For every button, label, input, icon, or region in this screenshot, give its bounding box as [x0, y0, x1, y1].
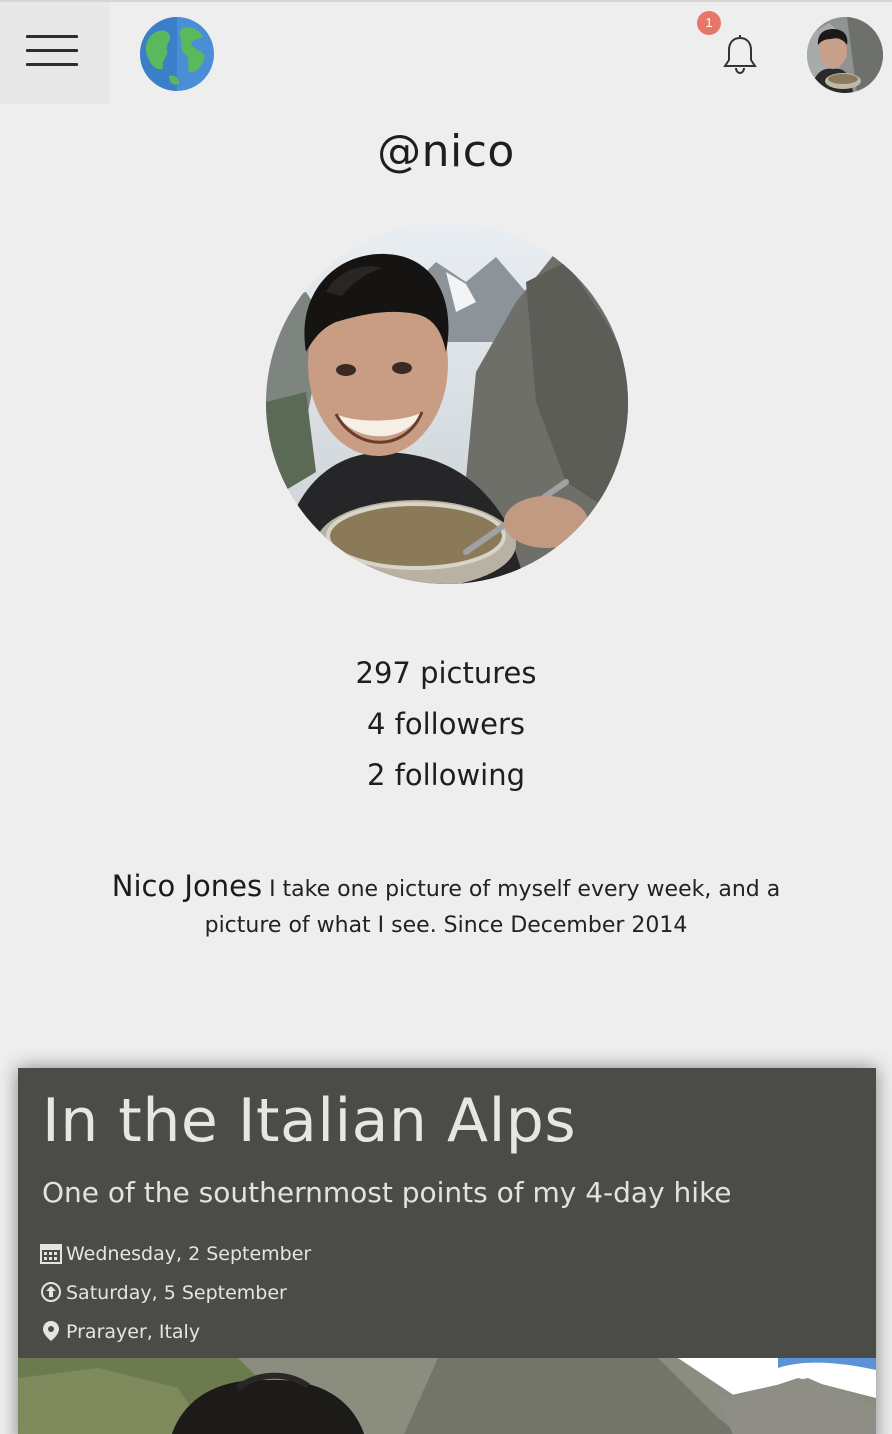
post-date-start: Wednesday, 2 September [40, 1242, 311, 1265]
user-avatar[interactable] [807, 17, 883, 93]
date-start-text: Wednesday, 2 September [66, 1243, 312, 1265]
notification-badge[interactable]: 1 [697, 11, 721, 35]
pictures-count[interactable]: 297 pictures [0, 648, 892, 699]
followers-count[interactable]: 4 followers [0, 699, 892, 750]
profile-handle: @nico [377, 126, 515, 177]
globe-icon[interactable] [139, 16, 215, 92]
bell-icon[interactable] [716, 30, 764, 78]
post-subtitle: One of the southernmost points of my 4-d… [42, 1176, 732, 1209]
calendar-icon [40, 1242, 62, 1264]
profile-name: Nico Jones [111, 869, 263, 903]
top-border [0, 0, 892, 2]
post-photo[interactable] [18, 1358, 876, 1434]
profile-page: 1 @nico 297 pictures 4 followers 2 follo… [0, 0, 892, 1434]
hamburger-menu-icon[interactable] [0, 2, 110, 104]
map-pin-icon [40, 1320, 62, 1342]
profile-photo [266, 222, 628, 584]
post-date-posted: Saturday, 5 September [40, 1281, 287, 1304]
date-posted-text: Saturday, 5 September [66, 1282, 287, 1304]
post-card[interactable]: In the Italian Alps One of the southernm… [18, 1068, 876, 1434]
upload-circle-icon [40, 1281, 62, 1303]
following-count[interactable]: 2 following [0, 750, 892, 801]
post-title[interactable]: In the Italian Alps [42, 1086, 576, 1156]
post-location: Prarayer, Italy [40, 1320, 200, 1343]
profile-stats: 297 pictures 4 followers 2 following [0, 648, 892, 801]
profile-bio: Nico Jones I take one picture of myself … [100, 868, 792, 944]
location-text: Prarayer, Italy [66, 1321, 201, 1343]
bio-text: I take one picture of myself every week,… [204, 877, 781, 938]
